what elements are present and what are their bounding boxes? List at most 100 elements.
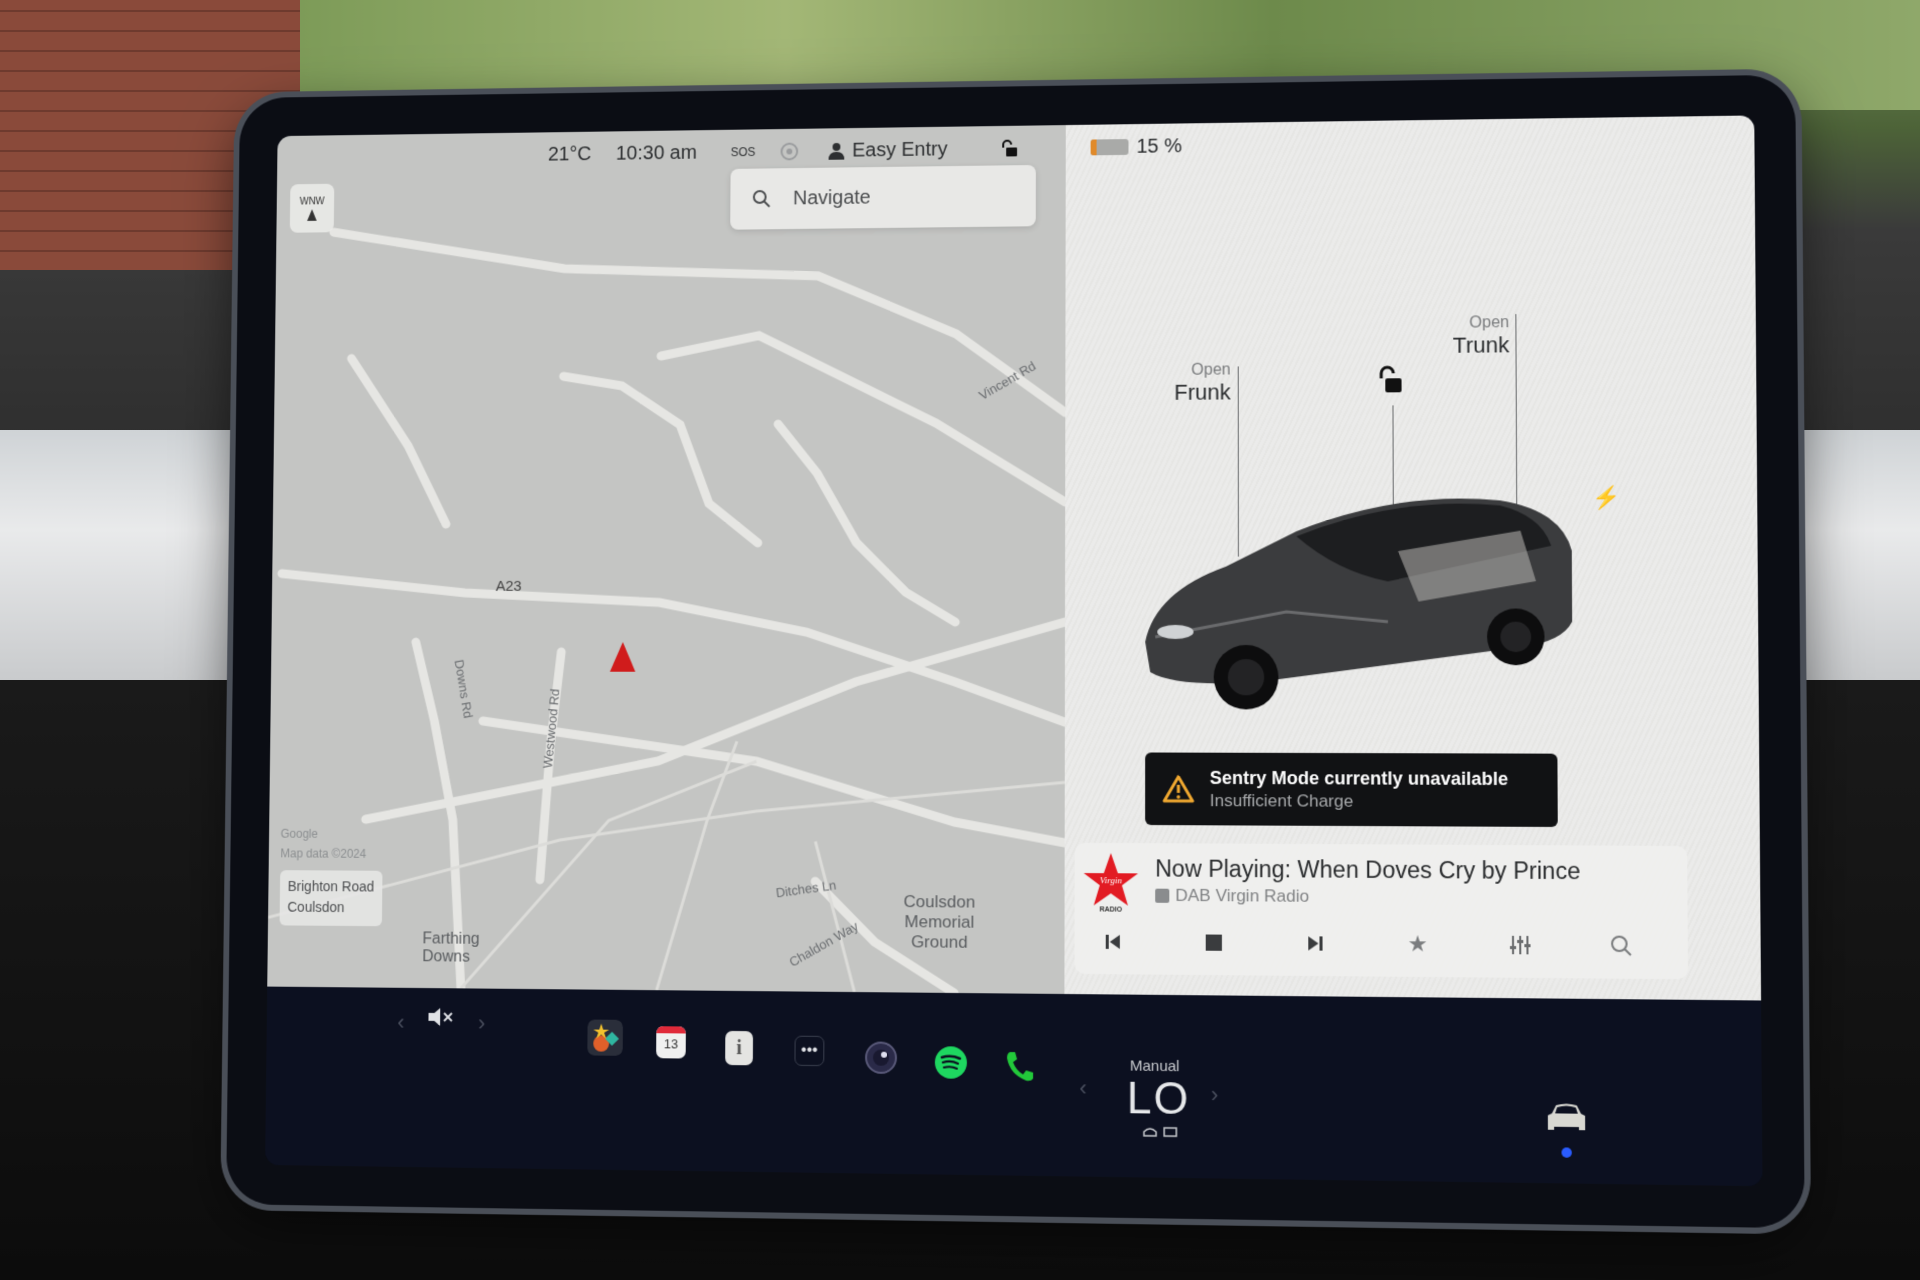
north-arrow-icon xyxy=(307,208,317,221)
more-icon: ••• xyxy=(794,1035,825,1067)
media-search-button[interactable] xyxy=(1605,929,1638,962)
place-label-farthing-downs: Farthing Downs xyxy=(422,930,480,966)
driver-profile-button[interactable]: Easy Entry xyxy=(828,138,948,162)
touchscreen: WNW Navigate A23 Downs Rd Westwood Rd Vi… xyxy=(265,115,1763,1187)
star-icon: ★ xyxy=(1407,930,1428,957)
equalizer-button[interactable] xyxy=(1504,929,1537,962)
temperature-down-button[interactable]: ‹ xyxy=(1079,1075,1086,1101)
road xyxy=(350,358,448,525)
frunk-label: Frunk xyxy=(1174,379,1231,405)
dashcam-icon xyxy=(780,142,800,162)
warning-icon xyxy=(1161,774,1195,804)
svg-text:RADIO: RADIO xyxy=(1099,906,1122,913)
road xyxy=(332,224,1066,417)
frunk-action: Open xyxy=(1191,361,1231,379)
road xyxy=(562,375,759,543)
skip-next-icon xyxy=(1308,936,1323,951)
unlocked-padlock-icon xyxy=(1001,140,1018,157)
defrost-indicators[interactable] xyxy=(1143,1127,1177,1138)
outside-temperature: 21°C xyxy=(547,142,592,165)
toybox-icon xyxy=(587,1019,623,1056)
current-location-card[interactable]: Brighton Road Coulsdon xyxy=(279,870,383,927)
touchscreen-bezel: WNW Navigate A23 Downs Rd Westwood Rd Vi… xyxy=(225,74,1805,1229)
path xyxy=(657,741,737,991)
location-town: Coulsdon xyxy=(287,898,345,916)
car-icon xyxy=(1547,1103,1586,1131)
toybox-app-button[interactable] xyxy=(587,1019,623,1056)
chevron-right-icon: › xyxy=(477,1010,486,1036)
battery-fill xyxy=(1090,139,1097,156)
stop-icon xyxy=(1205,934,1222,951)
spotify-app-button[interactable] xyxy=(934,1045,968,1080)
map-roads xyxy=(267,125,1066,994)
climate-mode: Manual xyxy=(1129,1057,1180,1076)
vehicle-controls-button[interactable] xyxy=(1544,1101,1590,1134)
camera-icon xyxy=(864,1040,898,1075)
dashcam-status[interactable] xyxy=(780,142,800,162)
compass-heading: WNW xyxy=(299,195,325,207)
mute-button[interactable] xyxy=(426,1006,455,1028)
spotify-icon xyxy=(934,1046,967,1079)
volume-muted-icon xyxy=(428,1007,455,1026)
battery-status: 15 % xyxy=(1090,135,1182,159)
manual-app-button[interactable]: i xyxy=(725,1030,754,1066)
phone-app-button[interactable] xyxy=(1004,1050,1034,1083)
car-status-panel: Open Frunk Open Trunk ⚡ Sentry Mode curr… xyxy=(1064,115,1762,1001)
location-street: Brighton Road xyxy=(287,878,375,895)
previous-track-button[interactable] xyxy=(1097,926,1129,959)
equalizer-icon xyxy=(1509,934,1532,957)
lock-status[interactable] xyxy=(1001,140,1018,158)
rear-defrost-icon xyxy=(1163,1127,1177,1137)
manual-icon: i xyxy=(725,1030,754,1066)
front-defrost-icon xyxy=(1143,1127,1157,1137)
search-placeholder: Navigate xyxy=(792,186,871,209)
search-icon xyxy=(752,189,772,209)
radio-source-icon xyxy=(1155,888,1170,903)
profile-name: Easy Entry xyxy=(852,138,948,161)
alert-title: Sentry Mode currently unavailable xyxy=(1209,767,1509,789)
sentry-mode-alert[interactable]: Sentry Mode currently unavailable Insuff… xyxy=(1145,752,1558,827)
trunk-action: Open xyxy=(1469,314,1510,332)
climate-temperature[interactable]: LO xyxy=(1127,1074,1190,1126)
vehicle-model-image xyxy=(1145,498,1573,710)
skip-previous-icon xyxy=(1105,934,1120,950)
volume-down-button[interactable]: ‹ xyxy=(397,1010,404,1036)
more-apps-button[interactable]: ••• xyxy=(794,1035,825,1067)
media-source: DAB Virgin Radio xyxy=(1155,886,1309,907)
bottom-dock: ‹ › 13 i ••• ‹ Manual LO › xyxy=(265,986,1763,1187)
clock: 10:30 am xyxy=(615,141,697,165)
sos-button[interactable]: SOS xyxy=(731,145,756,159)
next-track-button[interactable] xyxy=(1299,927,1332,960)
chevron-right-icon: › xyxy=(1210,1081,1219,1108)
open-trunk-button[interactable]: Open Trunk xyxy=(1397,314,1510,359)
stop-button[interactable] xyxy=(1198,926,1230,959)
road xyxy=(660,333,1065,504)
lightning-icon[interactable]: ⚡ xyxy=(1592,485,1620,511)
unlocked-padlock-icon[interactable] xyxy=(1377,365,1403,395)
map-view[interactable]: WNW Navigate A23 Downs Rd Westwood Rd Vi… xyxy=(267,125,1066,994)
open-frunk-button[interactable]: Open Frunk xyxy=(1120,361,1231,407)
attribution-text: Map data ©2024 xyxy=(280,846,367,861)
volume-up-button[interactable]: › xyxy=(478,1010,485,1036)
compass-button[interactable]: WNW xyxy=(289,183,335,233)
sos-label: SOS xyxy=(730,145,756,160)
search-icon xyxy=(1610,935,1633,958)
trunk-label: Trunk xyxy=(1452,332,1510,358)
alert-subtitle: Insufficient Charge xyxy=(1209,790,1354,811)
camera-app-button[interactable] xyxy=(864,1040,898,1075)
now-playing-title: Now Playing: When Doves Cry by Prince xyxy=(1155,855,1581,885)
temperature-up-button[interactable]: › xyxy=(1211,1082,1218,1109)
calendar-app-button[interactable]: 13 xyxy=(656,1026,686,1059)
current-position-arrow-icon xyxy=(609,642,636,672)
road-label-a23: A23 xyxy=(495,578,522,595)
favorite-button[interactable]: ★ xyxy=(1401,928,1434,961)
chevron-left-icon: ‹ xyxy=(397,1009,405,1035)
virgin-radio-logo[interactable]: Virgin RADIO xyxy=(1083,851,1139,916)
person-icon xyxy=(828,142,845,160)
phone-icon xyxy=(1006,1052,1034,1081)
attribution-brand: Google xyxy=(280,826,318,841)
navigate-search-input[interactable]: Navigate xyxy=(730,164,1036,230)
road xyxy=(280,572,1065,722)
chevron-left-icon: ‹ xyxy=(1079,1075,1087,1101)
active-indicator-dot xyxy=(1561,1147,1572,1158)
